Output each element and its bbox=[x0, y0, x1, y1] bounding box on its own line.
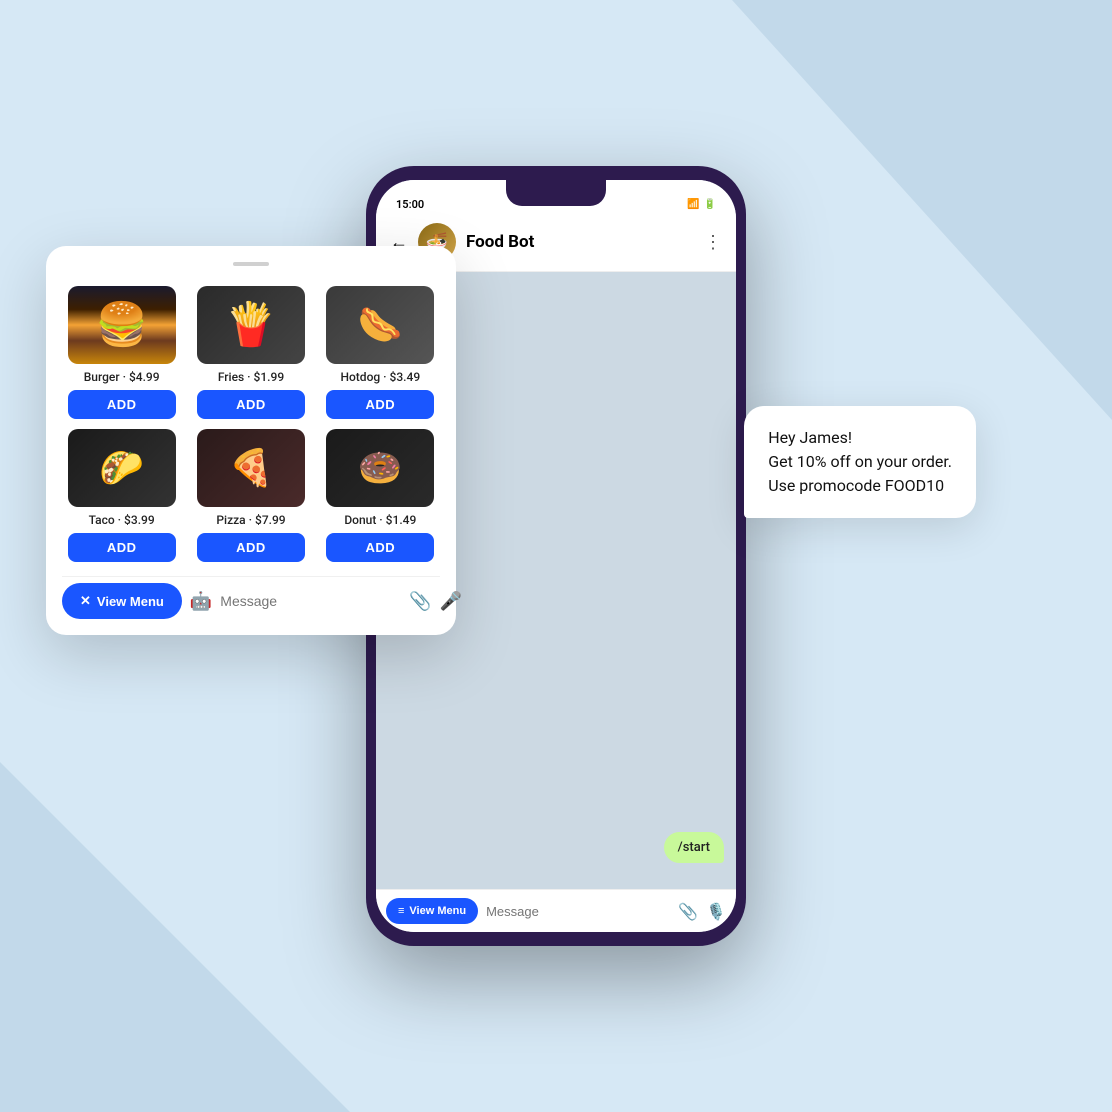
food-label-hotdog: Hotdog · $3.49 bbox=[340, 370, 420, 384]
card-mic-icon[interactable]: 🎤 bbox=[440, 591, 462, 612]
menu-item-pizza: Pizza · $7.99 ADD bbox=[191, 429, 310, 562]
food-label-donut: Donut · $1.49 bbox=[344, 513, 416, 527]
menu-grid: Burger · $4.99ADDFries · $1.99ADDHotdog … bbox=[62, 286, 440, 562]
food-label-burger: Burger · $4.99 bbox=[84, 370, 160, 384]
bot-icon: 🤖 bbox=[190, 591, 212, 612]
menu-item-taco: Taco · $3.99 ADD bbox=[62, 429, 181, 562]
view-menu-button-large[interactable]: ✕ View Menu bbox=[62, 583, 182, 619]
food-image-taco bbox=[68, 429, 176, 507]
attachment-icon[interactable]: 📎 bbox=[678, 902, 698, 921]
hamburger-icon: ≡ bbox=[398, 905, 404, 917]
add-button-burger[interactable]: ADD bbox=[68, 390, 176, 419]
more-options-button[interactable]: ⋮ bbox=[704, 232, 722, 253]
menu-item-fries: Fries · $1.99 ADD bbox=[191, 286, 310, 419]
promo-text: Hey James! Get 10% off on your order. Us… bbox=[768, 426, 952, 498]
add-button-hotdog[interactable]: ADD bbox=[326, 390, 434, 419]
food-image-burger bbox=[68, 286, 176, 364]
food-label-pizza: Pizza · $7.99 bbox=[216, 513, 285, 527]
promo-line3: Use promocode FOOD10 bbox=[768, 476, 944, 495]
x-icon: ✕ bbox=[80, 593, 91, 609]
add-button-taco[interactable]: ADD bbox=[68, 533, 176, 562]
mic-icon[interactable]: 🎙️ bbox=[706, 902, 726, 921]
card-attachment-icon[interactable]: 📎 bbox=[409, 591, 431, 612]
menu-item-burger: Burger · $4.99 ADD bbox=[62, 286, 181, 419]
food-label-fries: Fries · $1.99 bbox=[218, 370, 284, 384]
food-image-fries bbox=[197, 286, 305, 364]
card-input-bar: ✕ View Menu 🤖 📎 🎤 bbox=[62, 576, 440, 619]
battery-icon: 🔋 bbox=[704, 199, 716, 210]
food-label-taco: Taco · $3.99 bbox=[89, 513, 155, 527]
add-button-pizza[interactable]: ADD bbox=[197, 533, 305, 562]
view-menu-label-small: View Menu bbox=[409, 905, 466, 917]
phone-notch bbox=[506, 180, 606, 206]
view-menu-label-large: View Menu bbox=[97, 594, 164, 609]
message-input[interactable] bbox=[486, 904, 670, 919]
food-image-hotdog bbox=[326, 286, 434, 364]
signal-icon: 📶 bbox=[687, 199, 699, 210]
promo-line2: Get 10% off on your order. bbox=[768, 452, 952, 471]
status-time: 15:00 bbox=[396, 198, 424, 211]
menu-item-hotdog: Hotdog · $3.49 ADD bbox=[321, 286, 440, 419]
view-menu-button-small[interactable]: ≡ View Menu bbox=[386, 898, 478, 924]
menu-card: Burger · $4.99ADDFries · $1.99ADDHotdog … bbox=[46, 246, 456, 635]
card-message-input[interactable] bbox=[220, 593, 401, 609]
food-image-pizza bbox=[197, 429, 305, 507]
promo-line1: Hey James! bbox=[768, 428, 852, 447]
chat-input-bar: ≡ View Menu 📎 🎙️ bbox=[376, 889, 736, 932]
bot-name: Food Bot bbox=[466, 232, 694, 252]
scene: 15:00 📶 🔋 ← 🍜 Food Bot ⋮ /start ≡ bbox=[206, 106, 906, 1006]
add-button-donut[interactable]: ADD bbox=[326, 533, 434, 562]
food-image-donut bbox=[326, 429, 434, 507]
add-button-fries[interactable]: ADD bbox=[197, 390, 305, 419]
promo-bubble: Hey James! Get 10% off on your order. Us… bbox=[744, 406, 976, 518]
drag-handle bbox=[233, 262, 269, 266]
start-command-bubble: /start bbox=[664, 832, 724, 863]
status-icons: 📶 🔋 bbox=[687, 199, 716, 210]
menu-item-donut: Donut · $1.49 ADD bbox=[321, 429, 440, 562]
